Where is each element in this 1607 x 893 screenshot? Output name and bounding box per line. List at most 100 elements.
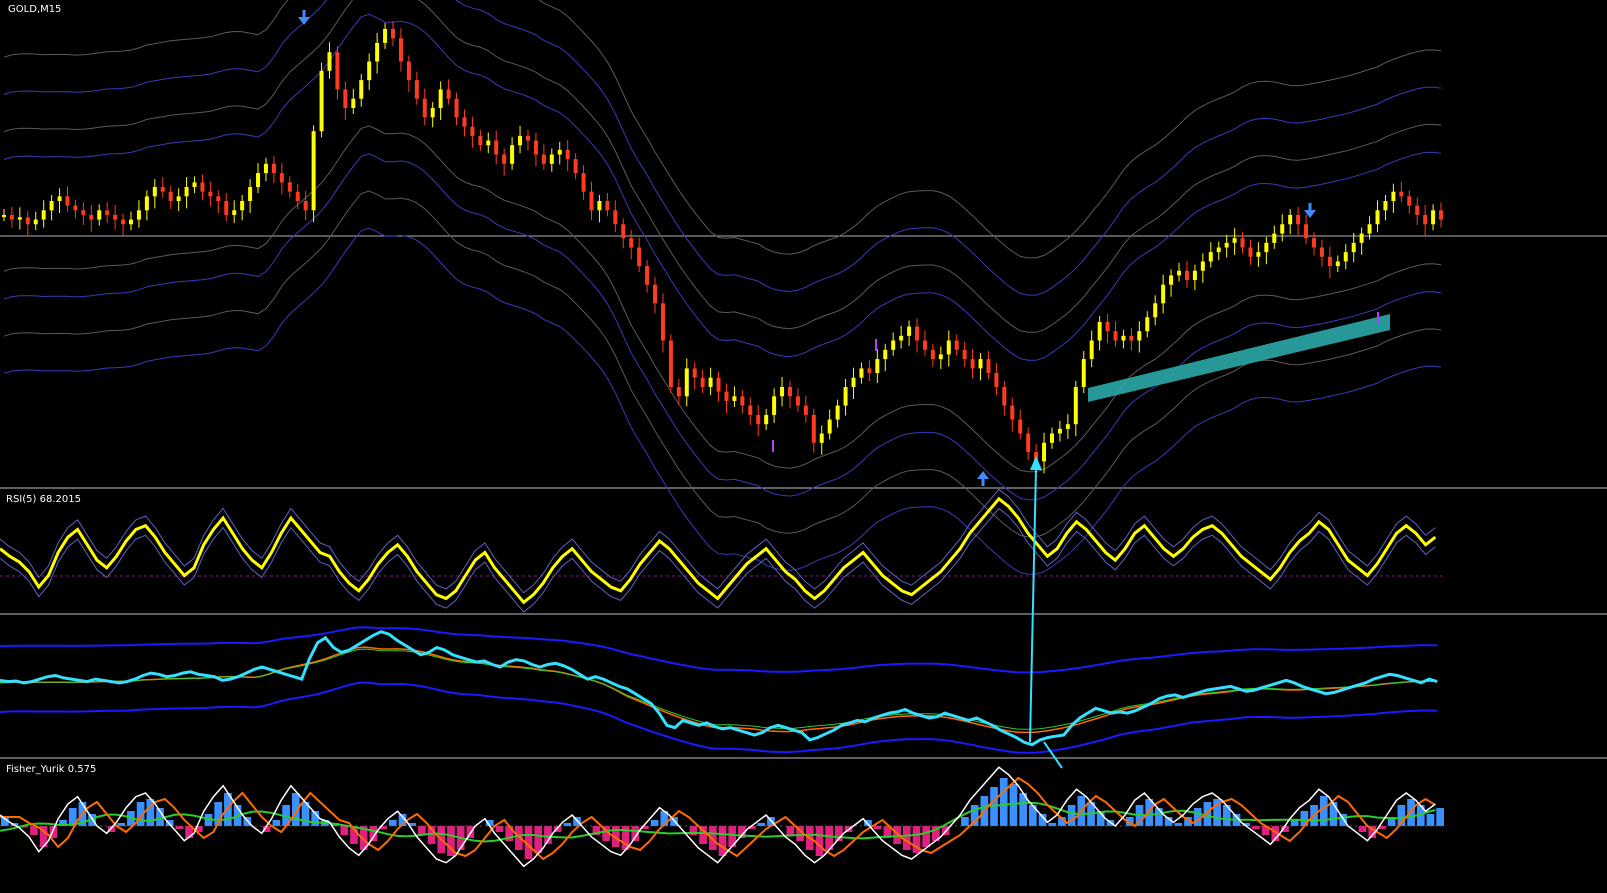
cyan-arrow-shaft	[1029, 467, 1037, 743]
candle-body	[1407, 196, 1412, 206]
candle-body	[915, 326, 920, 341]
candle-body	[391, 28, 396, 39]
candle-body	[1335, 261, 1340, 267]
candle-body	[645, 266, 650, 285]
candle-body	[597, 201, 602, 211]
candle-body	[1145, 317, 1150, 332]
candle-body	[1002, 387, 1007, 406]
candle-body	[795, 396, 800, 406]
candle-body	[724, 391, 729, 401]
candle-body	[1343, 252, 1348, 262]
fisher-hist-bar	[815, 826, 824, 856]
signal-sell-1	[298, 10, 310, 25]
candle-body	[25, 217, 30, 225]
candle-body	[1264, 242, 1269, 253]
candle-body	[962, 349, 967, 360]
candle-body	[899, 335, 904, 341]
candle-body	[502, 154, 507, 164]
candle-body	[716, 377, 721, 392]
candle-body	[533, 140, 538, 155]
fisher-hist-bar	[1048, 823, 1057, 826]
candle-body	[605, 201, 610, 211]
candle-body	[764, 414, 769, 425]
candle-body	[438, 89, 443, 108]
candle-body	[152, 187, 157, 197]
candle-body	[144, 196, 149, 211]
candle-body	[541, 154, 546, 164]
candle-body	[1224, 242, 1229, 248]
candle-body	[97, 210, 102, 220]
candle-body	[65, 196, 70, 206]
candle-body	[518, 135, 523, 146]
candle-body	[1081, 359, 1086, 387]
candle-body	[113, 214, 118, 220]
candle-body	[1280, 224, 1285, 234]
candle-body	[216, 196, 221, 201]
candle-body	[978, 359, 983, 369]
chart-header: GOLD,M15	[8, 4, 61, 15]
band-line	[3, 0, 1442, 259]
candle-body	[232, 210, 237, 215]
candle-body	[1351, 242, 1356, 253]
candle-body	[867, 368, 872, 374]
fisher-hist-bar	[1426, 814, 1435, 826]
candle-body	[319, 70, 324, 132]
candle-body	[422, 98, 427, 118]
fisher-hist-bar	[1319, 796, 1328, 826]
fisher-hist-bar	[1193, 808, 1202, 826]
candle-body	[1296, 214, 1301, 225]
candle-body	[470, 126, 475, 136]
fisher-hist-bar	[786, 826, 795, 835]
candle-body	[1399, 191, 1404, 197]
candle-body	[1367, 224, 1372, 234]
candle-body	[692, 368, 697, 378]
candle-body	[375, 42, 380, 62]
symbol-label: GOLD,M15	[8, 4, 61, 15]
candle-body	[835, 405, 840, 420]
candle-body	[359, 80, 364, 99]
candle-body	[160, 187, 165, 192]
candle-body	[581, 173, 586, 192]
cyan-arrow-head	[1030, 456, 1042, 470]
ma-cyan-main	[0, 630, 1438, 747]
candle-body	[1383, 201, 1388, 211]
candle-body	[1161, 284, 1166, 304]
candle-body	[279, 173, 284, 183]
candle-body	[557, 149, 562, 155]
ma-lines	[0, 626, 1438, 754]
cyan-connector-line	[1043, 741, 1063, 769]
candle-body	[248, 187, 253, 201]
candle-body	[1248, 247, 1253, 257]
candle-body	[1057, 428, 1062, 434]
candle-body	[1, 214, 6, 217]
candle-body	[73, 205, 78, 211]
candle-body	[41, 210, 46, 220]
band-line	[3, 0, 1442, 296]
rsi-main-line	[0, 496, 1437, 605]
candle-body	[486, 140, 491, 146]
band-line	[3, 13, 1442, 361]
candle-body	[589, 191, 594, 211]
candle-body	[1105, 321, 1110, 332]
trading-chart: GOLD,M15 RSI(5) 68.2015 Fisher_Yurik 0.5…	[0, 0, 1607, 893]
candle-body	[1026, 433, 1031, 453]
candle-body	[883, 349, 888, 360]
trend-highlight	[1088, 314, 1390, 402]
candle-body	[184, 187, 189, 197]
candle-body	[756, 414, 761, 425]
fisher-hist-bar	[495, 826, 504, 832]
candle-body	[994, 373, 999, 387]
fisher-hist-bar	[1358, 826, 1367, 832]
candle-body	[1065, 424, 1070, 429]
candle-body	[819, 433, 824, 443]
candle-body	[1359, 233, 1364, 243]
candle-body	[57, 196, 62, 201]
candle-body	[811, 414, 816, 443]
candle-body	[1208, 252, 1213, 262]
candle-body	[1311, 238, 1316, 248]
band-line	[3, 0, 1442, 333]
candle-body	[1169, 275, 1174, 285]
candle-body	[256, 173, 261, 188]
candle-body	[772, 396, 777, 415]
candle-body	[462, 117, 467, 127]
